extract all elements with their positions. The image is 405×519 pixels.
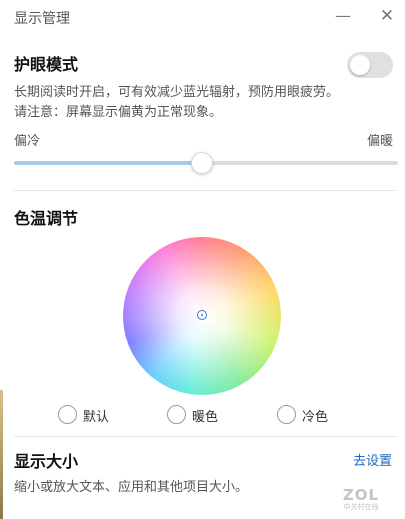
window-title: 显示管理 (14, 11, 70, 27)
color-temperature-slider[interactable] (14, 150, 398, 176)
toggle-knob (350, 55, 370, 75)
title-bar: 显示管理 — ✕ (0, 0, 405, 34)
radio-cool[interactable]: 冷色 (277, 404, 337, 426)
radio-circle-icon (277, 405, 296, 424)
slider-label-warm: 偏暖 (367, 134, 394, 149)
slider-label-cool: 偏冷 (14, 134, 41, 149)
radio-cool-label: 冷色 (302, 410, 329, 425)
eye-care-title: 护眼模式 (14, 55, 79, 74)
section-divider (14, 190, 396, 191)
minimize-button[interactable]: — (330, 3, 356, 29)
slider-thumb[interactable] (191, 152, 214, 174)
radio-circle-icon (167, 405, 186, 424)
section-divider (14, 436, 396, 437)
zol-watermark-logo: ZOL 中关村在线 (333, 487, 389, 515)
eye-care-description-line1: 长期阅读时开启，可有效减少蓝光辐射，预防用眼疲劳。 (14, 85, 340, 100)
radio-circle-icon (58, 405, 77, 424)
background-edge (0, 390, 3, 519)
radio-default-label: 默认 (83, 410, 110, 425)
slider-fill (14, 161, 203, 165)
watermark-main: ZOL (342, 486, 380, 504)
radio-default[interactable]: 默认 (58, 404, 118, 426)
color-picker-marker-icon[interactable] (197, 310, 207, 320)
eye-care-toggle[interactable] (347, 52, 393, 78)
close-button[interactable]: ✕ (374, 3, 400, 29)
display-size-title: 显示大小 (14, 452, 79, 471)
radio-warm-label: 暖色 (192, 410, 219, 425)
watermark-sub: 中关村在线 (343, 503, 379, 511)
radio-warm[interactable]: 暖色 (167, 404, 227, 426)
color-temp-title: 色温调节 (14, 209, 79, 228)
display-size-description: 缩小或放大文本、应用和其他项目大小。 (14, 480, 249, 495)
display-size-settings-link[interactable]: 去设置 (353, 450, 392, 469)
eye-care-description-line2: 请注意：屏幕显示偏黄为正常现象。 (14, 105, 223, 120)
